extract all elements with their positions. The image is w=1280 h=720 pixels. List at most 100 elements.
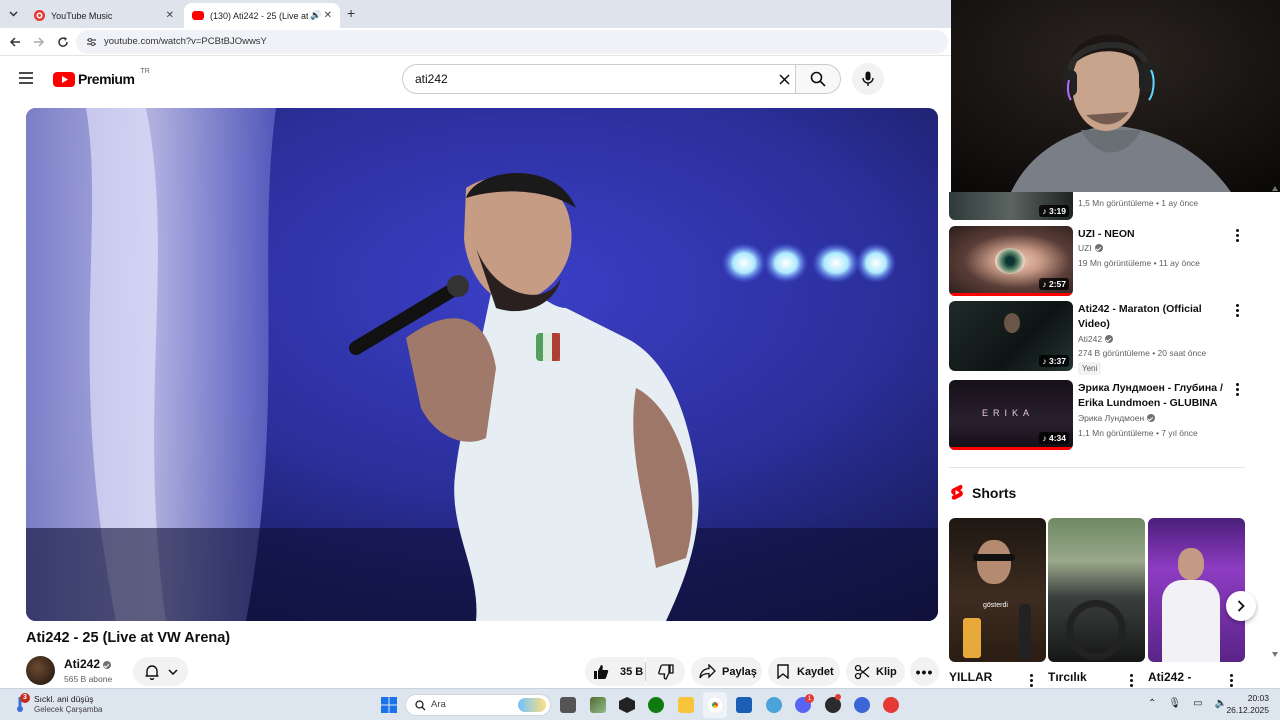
- webcam-feed: [951, 0, 1280, 192]
- recommendation-title[interactable]: Ati242 - Maraton (Official Video): [1078, 302, 1223, 331]
- speaker-icon[interactable]: 🔊: [310, 10, 321, 21]
- search-input[interactable]: ati242: [402, 64, 796, 94]
- page-scrollbar[interactable]: [1272, 186, 1278, 688]
- app-icon-browser[interactable]: [854, 697, 870, 713]
- close-icon[interactable]: ✕: [166, 10, 174, 21]
- close-icon[interactable]: ✕: [324, 10, 332, 21]
- weather-widget[interactable]: 3 Sıckl. ani düşüş Gelecek Çarşamba: [12, 693, 152, 717]
- verified-icon: [1094, 244, 1103, 252]
- app-icon-xbox[interactable]: [648, 697, 664, 713]
- clip-label: Klip: [876, 665, 897, 678]
- recommendation-channel[interactable]: UZI: [1078, 243, 1103, 253]
- task-view-icon[interactable]: [560, 697, 576, 713]
- microphone-icon: [862, 71, 874, 86]
- forward-arrow-icon[interactable]: [33, 36, 45, 48]
- clip-button[interactable]: Klip: [846, 657, 905, 686]
- recommendation-thumbnail[interactable]: ERIKA ♪ 4:34: [949, 380, 1073, 450]
- more-actions-button[interactable]: •••: [910, 657, 939, 686]
- menu-icon[interactable]: [19, 72, 33, 84]
- shorts-next-button[interactable]: [1226, 591, 1256, 621]
- verified-icon: [1105, 335, 1114, 343]
- scroll-up-icon[interactable]: [1272, 186, 1278, 191]
- taskbar-search[interactable]: Ara: [405, 694, 551, 716]
- voice-search-button[interactable]: [852, 63, 884, 95]
- more-options-icon[interactable]: [1030, 674, 1034, 689]
- scroll-down-icon[interactable]: [1272, 652, 1278, 657]
- app-icon-game[interactable]: [590, 697, 606, 713]
- new-tab-button[interactable]: +: [347, 5, 355, 21]
- save-label: Kaydet: [797, 665, 834, 678]
- discord-badge: 1: [805, 694, 814, 703]
- scissors-icon: [854, 664, 870, 679]
- video-frame: [26, 108, 938, 621]
- youtube-premium-logo[interactable]: Premium TR: [53, 68, 150, 87]
- start-button[interactable]: [381, 697, 397, 713]
- reload-icon[interactable]: [57, 36, 69, 48]
- app-icon-record[interactable]: [883, 697, 899, 713]
- display-icon[interactable]: ▭: [1193, 698, 1202, 709]
- recommendation-thumbnail[interactable]: ♪ 3:37: [949, 301, 1073, 371]
- youtube-header: Premium TR ati242: [0, 57, 951, 101]
- short-thumbnail[interactable]: [1148, 518, 1245, 662]
- back-arrow-icon[interactable]: [9, 36, 21, 48]
- music-note-icon: ♪: [1042, 279, 1047, 289]
- file-explorer-icon[interactable]: [678, 697, 694, 713]
- recommendation-thumbnail[interactable]: ♪ 2:57: [949, 226, 1073, 296]
- tab-youtube-music[interactable]: YouTube Music ✕: [26, 3, 182, 28]
- clock[interactable]: 20:03 26.12.2025: [1225, 693, 1269, 715]
- recommendation-title[interactable]: Эрика Лундмоен - Глубина / Erika Lundmoe…: [1078, 381, 1223, 410]
- more-options-icon[interactable]: [1230, 674, 1234, 689]
- thumbs-up-icon: [594, 664, 609, 679]
- site-settings-icon[interactable]: [86, 37, 97, 47]
- thumbnail-art: [977, 540, 1011, 584]
- more-options-icon[interactable]: [1130, 674, 1134, 689]
- recommendation-channel[interactable]: Эрика Лундмоен: [1078, 413, 1156, 423]
- thumbnail-art: [963, 618, 981, 658]
- dislike-button[interactable]: [646, 657, 685, 686]
- tab-label: YouTube Music: [51, 10, 113, 21]
- thumbnail-art: [1066, 600, 1126, 660]
- tab-current-video[interactable]: (130) Ati242 - 25 (Live at VW 🔊 ✕: [184, 3, 340, 28]
- channel-name[interactable]: Ati242: [64, 657, 112, 671]
- share-label: Paylaş: [722, 665, 757, 678]
- recommendation-title[interactable]: UZI - NEON: [1078, 227, 1223, 242]
- short-title[interactable]: Ati242 -: [1148, 670, 1191, 684]
- chrome-icon[interactable]: [707, 697, 723, 713]
- recommendation-thumbnail[interactable]: ♪ 3:19: [949, 192, 1073, 220]
- save-button[interactable]: Kaydet: [768, 657, 840, 686]
- short-thumbnail[interactable]: [1048, 518, 1145, 662]
- music-note-icon: ♪: [1042, 433, 1047, 443]
- webcam-overlay: [951, 0, 1280, 192]
- microphone-icon[interactable]: 🎙: [1168, 698, 1181, 709]
- clear-search-icon[interactable]: [779, 74, 790, 85]
- channel-name-text: Ati242: [64, 657, 101, 671]
- thumbnail-art: [995, 248, 1025, 274]
- more-options-icon[interactable]: [1236, 304, 1240, 319]
- address-bar[interactable]: youtube.com/watch?v=PCBtBJOwwsY: [76, 30, 948, 54]
- like-count: 35 B: [620, 665, 644, 678]
- shorts-heading: Shorts: [972, 484, 1017, 501]
- share-button[interactable]: Paylaş: [691, 657, 762, 686]
- avatar[interactable]: [26, 656, 55, 685]
- app-icon-store[interactable]: [736, 697, 752, 713]
- video-player[interactable]: [26, 108, 938, 621]
- app-icon-unity[interactable]: [619, 697, 635, 713]
- search-button[interactable]: [795, 64, 841, 94]
- subscribe-notifications-button[interactable]: [133, 657, 188, 686]
- more-options-icon[interactable]: [1236, 229, 1240, 244]
- thumbnail-art: [1162, 580, 1220, 662]
- share-icon: [699, 664, 716, 679]
- chevron-up-icon[interactable]: ⌃: [1148, 698, 1156, 709]
- app-icon-network[interactable]: [766, 697, 782, 713]
- short-title[interactable]: YILLAR: [949, 670, 992, 684]
- chevron-down-icon: [8, 11, 18, 17]
- music-note-icon: ♪: [1042, 356, 1047, 366]
- tab-list-button[interactable]: [6, 7, 20, 21]
- search-icon: [810, 71, 826, 87]
- short-thumbnail[interactable]: gösterdi: [949, 518, 1046, 662]
- recommendation-channel[interactable]: Ati242: [1078, 334, 1114, 344]
- like-button[interactable]: 35 B: [585, 657, 645, 686]
- video-title: Ati242 - 25 (Live at VW Arena): [26, 630, 231, 646]
- more-options-icon[interactable]: [1236, 383, 1240, 398]
- short-title[interactable]: Tırcılık: [1048, 670, 1087, 684]
